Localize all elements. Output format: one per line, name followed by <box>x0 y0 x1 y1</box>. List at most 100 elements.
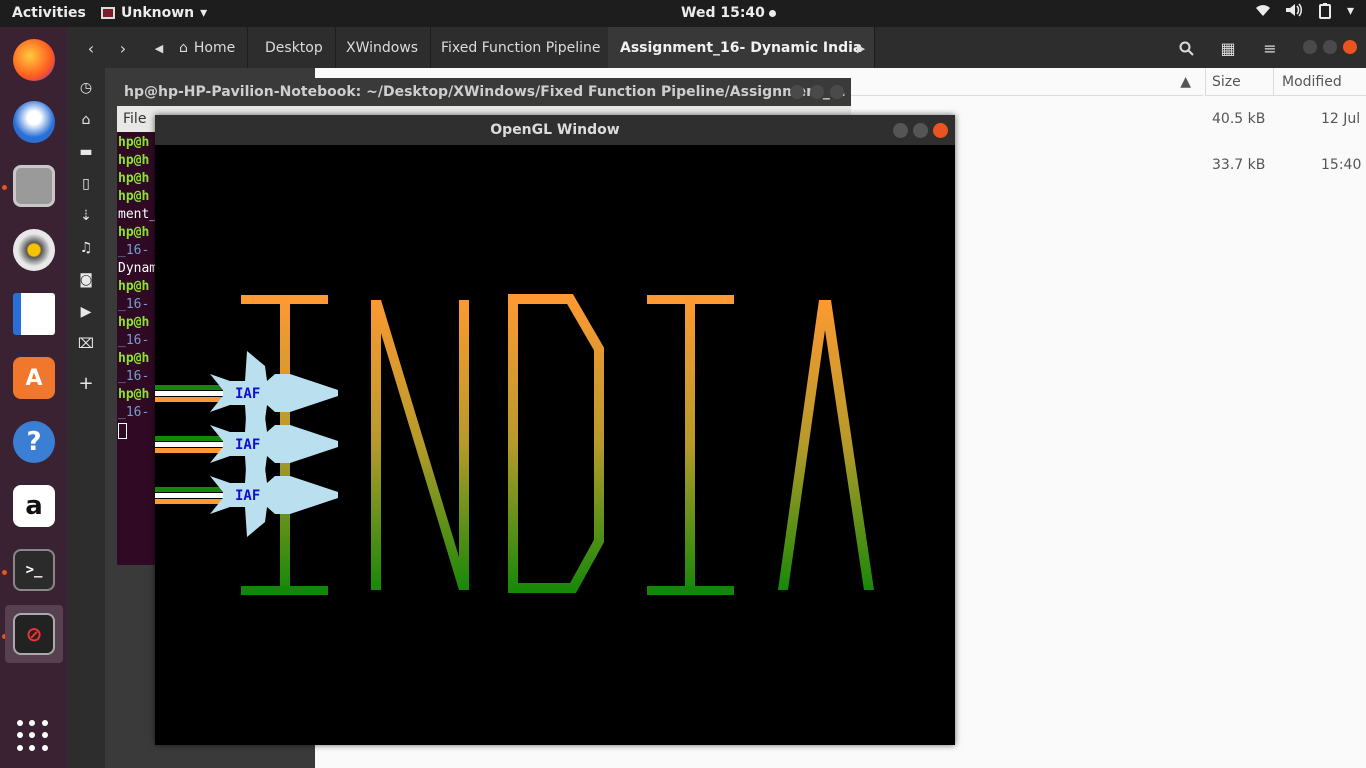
prompt-user: hp@h <box>118 351 150 366</box>
minimize-button[interactable] <box>893 123 908 138</box>
dock-amazon[interactable]: a <box>5 477 63 535</box>
thunderbird-icon <box>13 101 55 143</box>
video-icon[interactable]: ▶ <box>77 303 95 321</box>
modified-column-header[interactable]: Modified <box>1273 68 1366 96</box>
system-tray[interactable]: ▾ <box>1255 3 1354 23</box>
close-button[interactable] <box>830 85 844 99</box>
music-icon[interactable]: ♫ <box>77 239 95 257</box>
breadcrumb-label: Fixed Function Pipeline <box>441 39 601 56</box>
iaf-planes: IAF IAF IAF <box>155 351 338 537</box>
clock-label: Wed 15:40 <box>681 5 765 21</box>
output-text: ment_ <box>118 207 158 222</box>
menu-button[interactable]: ≡ <box>1255 35 1285 61</box>
opengl-app-icon: ⊘ <box>13 613 55 655</box>
rhythmbox-icon <box>13 229 55 271</box>
dock: A ? a >_ ⊘ <box>0 27 67 768</box>
app-menu[interactable]: Unknown ▾ <box>101 5 207 21</box>
minimize-button[interactable] <box>790 85 804 99</box>
files-icon <box>13 165 55 207</box>
menu-file[interactable]: File <box>123 111 146 127</box>
terminal-title[interactable]: hp@hp-HP-Pavilion-Notebook: ~/Desktop/XW… <box>117 78 851 106</box>
dock-opengl-app[interactable]: ⊘ <box>5 605 63 663</box>
breadcrumb-current[interactable]: Assignment_16- Dynamic India <box>608 27 876 68</box>
close-button[interactable] <box>933 123 948 138</box>
show-applications-icon[interactable] <box>17 720 49 752</box>
file-size: 33.7 kB <box>1212 157 1266 173</box>
clock[interactable]: Wed 15:40 <box>681 5 776 21</box>
battery-icon <box>1317 3 1333 23</box>
breadcrumb-home[interactable]: ⌂ Home <box>167 27 249 68</box>
breadcrumb-label: XWindows <box>346 39 419 56</box>
prompt-user: hp@h <box>118 387 150 402</box>
letter-i-second <box>647 295 734 595</box>
add-location-icon[interactable]: + <box>77 375 95 393</box>
help-icon: ? <box>13 421 55 463</box>
prompt-user: hp@h <box>118 135 150 150</box>
output-text: Dynam <box>118 261 158 276</box>
home-icon[interactable]: ⌂ <box>77 111 95 129</box>
document-icon[interactable]: ▯ <box>77 175 95 193</box>
chevron-down-icon: ▾ <box>200 5 208 21</box>
dock-terminal[interactable]: >_ <box>5 541 63 599</box>
prompt-path: _16- <box>118 243 150 258</box>
breadcrumb-fixed-function-pipeline[interactable]: Fixed Function Pipeline <box>429 27 614 68</box>
maximize-button[interactable] <box>913 123 928 138</box>
breadcrumb-label: Home <box>193 39 236 56</box>
triangle-left-icon: ◀ <box>154 41 164 55</box>
hamburger-menu-icon: ≡ <box>1263 38 1277 58</box>
letter-a <box>778 300 874 590</box>
notification-dot-icon <box>768 9 776 17</box>
prompt-path: _16- <box>118 297 150 312</box>
opengl-window-title[interactable]: OpenGL Window <box>155 115 955 145</box>
search-button[interactable] <box>1171 35 1201 61</box>
dock-thunderbird[interactable] <box>5 93 63 151</box>
prompt-path: _16- <box>118 333 150 348</box>
search-icon <box>1179 41 1194 56</box>
file-modified: 15:40 <box>1321 157 1362 173</box>
volume-icon <box>1285 3 1303 23</box>
firefox-icon <box>13 39 55 81</box>
size-column-header[interactable]: Size <box>1205 68 1273 96</box>
plane-label: IAF <box>235 488 260 504</box>
close-button[interactable] <box>1343 40 1357 54</box>
download-icon[interactable]: ⇣ <box>77 207 95 225</box>
writer-icon <box>13 293 55 335</box>
prompt-user: hp@h <box>118 315 150 330</box>
dock-files[interactable] <box>5 157 63 215</box>
maximize-button[interactable] <box>1323 40 1337 54</box>
breadcrumb-label: Assignment_16- Dynamic India <box>620 39 863 56</box>
sort-ascending-icon: ▲ <box>1180 74 1191 90</box>
app-window-icon <box>101 7 115 19</box>
prompt-path: _16- <box>118 405 150 420</box>
plane-label: IAF <box>235 386 260 402</box>
view-toggle-button[interactable]: ▦ <box>1213 35 1243 61</box>
dock-help[interactable]: ? <box>5 413 63 471</box>
forward-button[interactable]: › <box>110 35 136 61</box>
breadcrumb-xwindows[interactable]: XWindows <box>334 27 432 68</box>
back-button[interactable]: ‹ <box>78 35 104 61</box>
maximize-button[interactable] <box>810 85 824 99</box>
camera-icon[interactable]: ◙ <box>77 271 95 289</box>
top-bar: Activities Unknown ▾ Wed 15:40 ▾ <box>0 0 1366 27</box>
breadcrumb-scroll-right[interactable]: ▶ <box>848 35 874 61</box>
software-icon: A <box>13 357 55 399</box>
prompt-path: _16- <box>118 369 150 384</box>
folder-icon[interactable]: ▬ <box>77 143 95 161</box>
prompt-user: hp@h <box>118 225 150 240</box>
letter-d <box>508 294 604 593</box>
minimize-button[interactable] <box>1303 40 1317 54</box>
recent-icon[interactable]: ◷ <box>77 79 95 97</box>
dock-rhythmbox[interactable] <box>5 221 63 279</box>
trash-icon[interactable]: ⌧ <box>77 335 95 353</box>
activities-button[interactable]: Activities <box>12 5 86 21</box>
plane-label: IAF <box>235 437 260 453</box>
breadcrumb-desktop[interactable]: Desktop <box>253 27 336 68</box>
chevron-right-icon: › <box>119 38 127 58</box>
dock-firefox[interactable] <box>5 31 63 89</box>
chevron-left-icon: ‹ <box>87 38 95 58</box>
dock-writer[interactable] <box>5 285 63 343</box>
opengl-canvas: IAF IAF IAF <box>155 294 874 595</box>
opengl-window[interactable]: OpenGL Window IAF IAF IAF <box>155 115 955 745</box>
places-sidebar: ◷ ⌂ ▬ ▯ ⇣ ♫ ◙ ▶ ⌧ + <box>67 68 105 768</box>
dock-software[interactable]: A <box>5 349 63 407</box>
